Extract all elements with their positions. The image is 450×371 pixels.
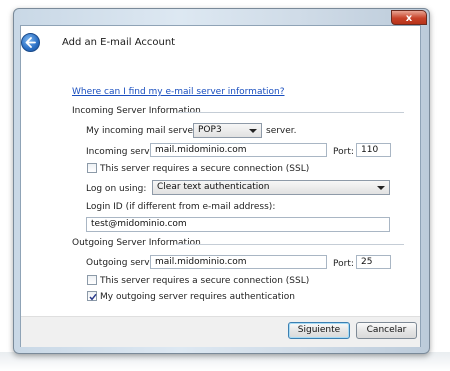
outgoing-auth-label: My outgoing server requires authenticati… — [100, 292, 296, 302]
logon-method-value: Clear text authentication — [157, 182, 270, 192]
desktop-shadow — [0, 352, 450, 371]
close-icon: x — [405, 13, 413, 24]
window-title: Add an E-mail Account — [62, 37, 176, 48]
close-button[interactable]: x — [391, 10, 427, 25]
chevron-down-icon — [249, 129, 257, 133]
outgoing-server-input[interactable]: mail.midominio.com — [150, 255, 327, 269]
outgoing-ssl-checkbox[interactable] — [87, 275, 97, 285]
login-id-input[interactable]: test@midominio.com — [86, 217, 390, 232]
back-button[interactable] — [21, 33, 40, 52]
server-info-link[interactable]: Where can I find my e-mail server inform… — [72, 87, 284, 97]
logon-label: Log on using: — [86, 184, 147, 194]
outgoing-port-input[interactable]: 25 — [356, 255, 391, 269]
incoming-type-select[interactable]: POP3 — [193, 123, 262, 138]
chevron-down-icon — [377, 186, 385, 190]
incoming-ssl-label: This server requires a secure connection… — [100, 164, 310, 174]
incoming-type-suffix: server. — [266, 126, 297, 136]
checkmark-icon — [89, 293, 97, 301]
outgoing-port-label: Port: — [333, 259, 354, 269]
back-arrow-icon — [25, 37, 36, 48]
incoming-port-input[interactable]: 110 — [356, 143, 391, 157]
next-button[interactable]: Siguiente — [288, 322, 350, 339]
incoming-server-input[interactable]: mail.midominio.com — [150, 143, 327, 157]
outgoing-auth-checkbox[interactable] — [87, 291, 97, 301]
outgoing-ssl-label: This server requires a secure connection… — [100, 276, 310, 286]
incoming-type-value: POP3 — [198, 125, 222, 135]
outgoing-section-title: Outgoing Server Information — [72, 238, 201, 248]
cancel-button[interactable]: Cancelar — [356, 322, 417, 339]
incoming-section-divider — [178, 112, 404, 113]
incoming-port-label: Port: — [333, 147, 354, 157]
incoming-ssl-checkbox[interactable] — [87, 163, 97, 173]
login-id-label: Login ID (if different from e-mail addre… — [86, 202, 276, 212]
outgoing-section-divider — [176, 244, 404, 245]
incoming-section-title: Incoming Server Information — [72, 106, 201, 116]
logon-method-select[interactable]: Clear text authentication — [152, 180, 390, 195]
